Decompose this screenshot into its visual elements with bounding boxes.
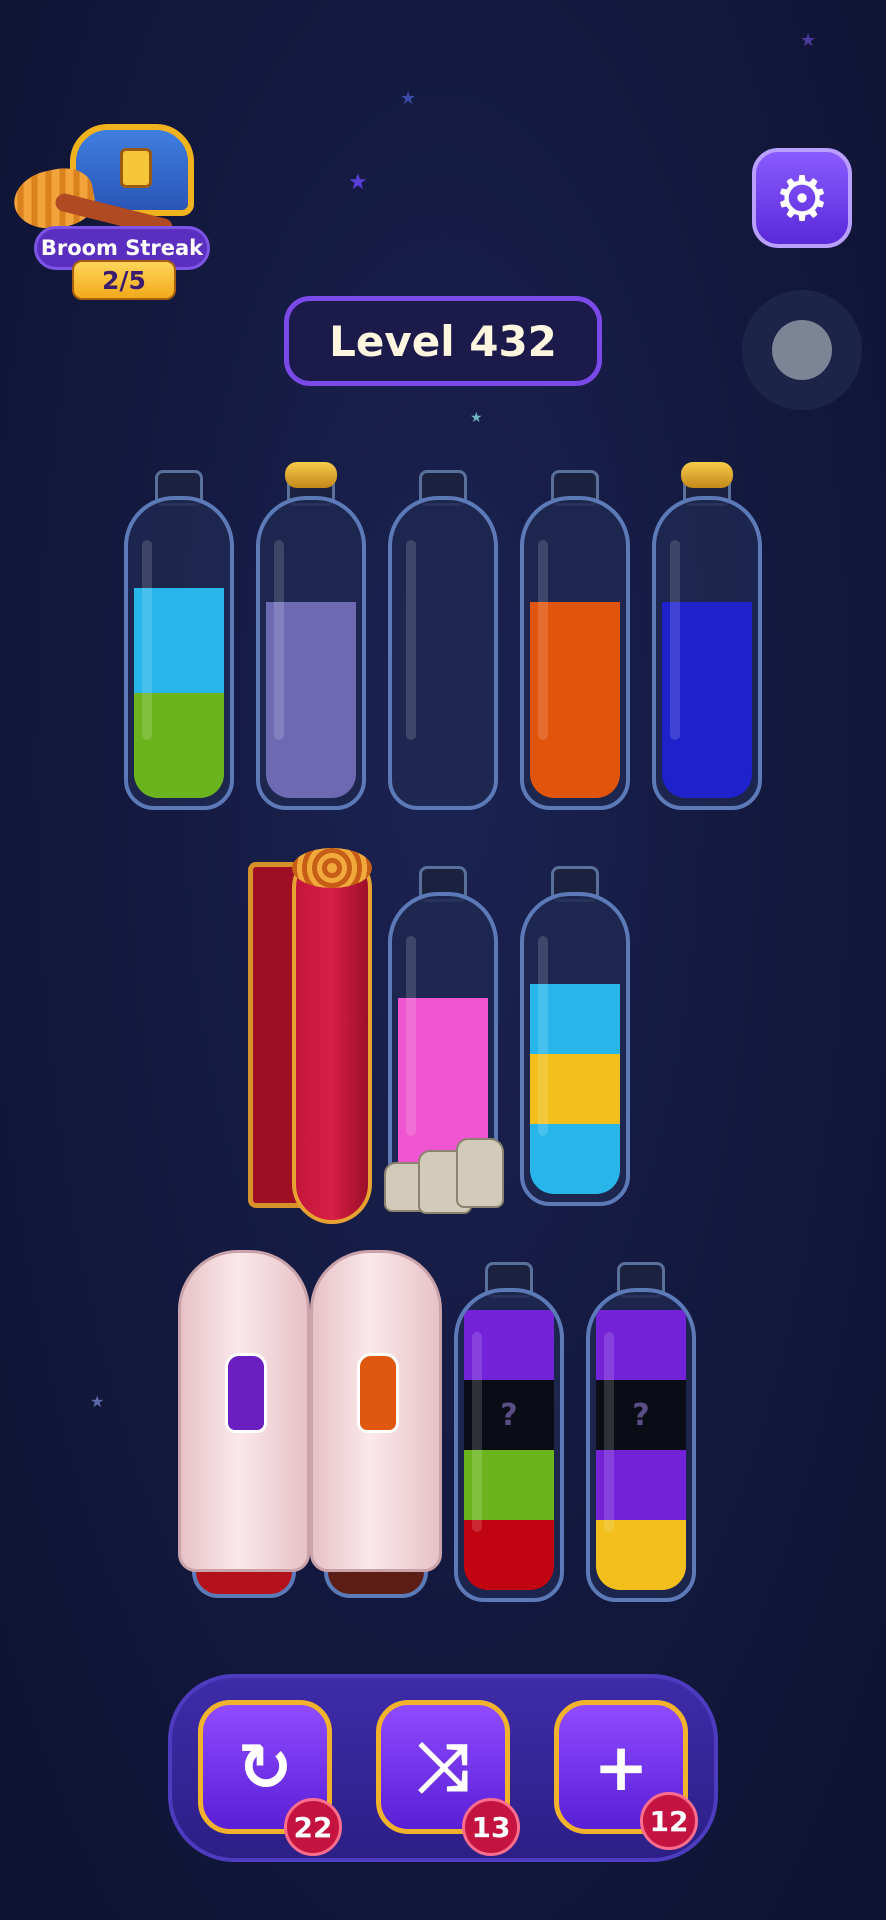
orange-bottle-icon xyxy=(357,1353,399,1433)
rocks-obstacle xyxy=(384,1132,504,1214)
glass-shine xyxy=(142,540,152,740)
covered-bottle-base xyxy=(324,1568,428,1598)
level-title: Level 432 xyxy=(284,296,602,386)
lock-icon xyxy=(120,148,152,188)
bottle[interactable]: ? xyxy=(586,1262,696,1602)
scroll-cap xyxy=(292,848,372,888)
covered-bottle-base xyxy=(192,1568,296,1598)
broom-streak-count: 2/5 xyxy=(72,260,176,300)
star-icon: ★ xyxy=(348,170,368,195)
settings-button[interactable]: ⚙ xyxy=(752,148,852,248)
purple-bottle-icon xyxy=(225,1353,267,1433)
bottle[interactable] xyxy=(388,470,498,810)
bottle[interactable] xyxy=(124,470,234,810)
toggle-knob xyxy=(772,320,832,380)
glass-shine xyxy=(538,540,548,740)
ghost-covered-bottle[interactable] xyxy=(310,1250,442,1572)
star-icon: ★ xyxy=(90,1392,105,1411)
bottle-body xyxy=(520,496,630,810)
gear-icon: ⚙ xyxy=(774,161,830,235)
star-icon: ★ xyxy=(470,410,483,426)
bottle-body: ? xyxy=(454,1288,564,1602)
bottle[interactable]: ? xyxy=(454,1262,564,1602)
bottle-body xyxy=(256,496,366,810)
shuffle-icon: ⤨ xyxy=(416,1727,470,1805)
star-icon: ★ xyxy=(400,88,417,109)
undo-icon: ↻ xyxy=(237,1728,293,1806)
cork-icon xyxy=(681,462,733,488)
bottle-body xyxy=(652,496,762,810)
glass-shine xyxy=(670,540,680,740)
glass-shine xyxy=(406,540,416,740)
bottle[interactable] xyxy=(652,462,762,810)
bottle-body: ? xyxy=(586,1288,696,1602)
glass-shine xyxy=(538,936,548,1136)
ghost-covered-bottle[interactable] xyxy=(178,1250,310,1572)
shuffle-count-badge: 13 xyxy=(462,1798,520,1856)
scroll-obstacle xyxy=(248,848,374,1224)
broom-streak-widget[interactable]: Broom Streak 2/5 xyxy=(9,118,214,308)
scroll-roll xyxy=(292,848,372,1224)
glass-shine xyxy=(472,1332,482,1532)
add-bottle-icon: + xyxy=(593,1728,649,1806)
undo-count-badge: 22 xyxy=(284,1798,342,1856)
bottle-body xyxy=(124,496,234,810)
bottle-body xyxy=(520,892,630,1206)
toggle-button[interactable] xyxy=(742,290,862,410)
star-icon: ★ xyxy=(800,30,817,51)
rock xyxy=(456,1138,504,1208)
cork-icon xyxy=(285,462,337,488)
bottle-body xyxy=(388,496,498,810)
bottle[interactable] xyxy=(520,470,630,810)
glass-shine xyxy=(604,1332,614,1532)
glass-shine xyxy=(406,936,416,1136)
bottle[interactable] xyxy=(520,866,630,1206)
glass-shine xyxy=(274,540,284,740)
bottle[interactable] xyxy=(256,462,366,810)
add-bottle-count-badge: 12 xyxy=(640,1792,698,1850)
